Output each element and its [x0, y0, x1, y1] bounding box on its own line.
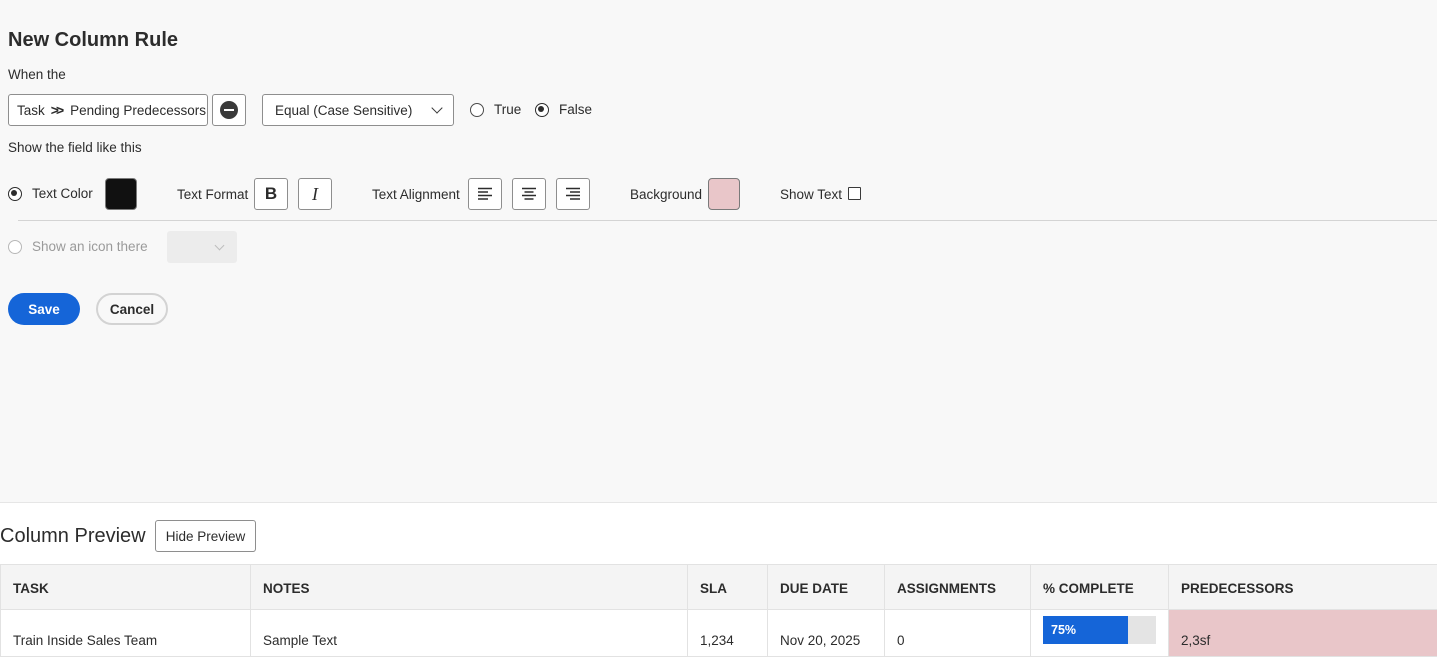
- bold-icon: B: [264, 184, 278, 203]
- column-header-assignments[interactable]: ASSIGNMENTS: [884, 564, 1031, 610]
- column-preview-panel: Column Preview Hide Preview TASK NOTES S…: [0, 502, 1437, 662]
- column-header-due-date[interactable]: DUE DATE: [767, 564, 885, 610]
- align-right-button[interactable]: [556, 178, 590, 210]
- save-button[interactable]: Save: [8, 293, 80, 325]
- show-text-label: Show Text: [780, 187, 843, 202]
- text-format-label: Text Format: [177, 187, 249, 202]
- column-header-sla[interactable]: SLA: [687, 564, 768, 610]
- true-label: True: [494, 102, 522, 117]
- bold-button[interactable]: B: [254, 178, 288, 210]
- field-child: Pending Predecessors: [70, 102, 206, 118]
- preview-title: Column Preview: [0, 525, 146, 547]
- icon-radio[interactable]: [8, 240, 22, 254]
- when-label: When the: [8, 67, 66, 82]
- align-left-button[interactable]: [468, 178, 502, 210]
- table-header-row: TASK NOTES SLA DUE DATE ASSIGNMENTS % CO…: [0, 564, 1437, 610]
- background-label: Background: [630, 187, 703, 202]
- progress-label: 75%: [1051, 623, 1077, 637]
- operator-value: Equal (Case Sensitive): [275, 102, 413, 118]
- field-chip[interactable]: Task >> Pending Predecessors: [8, 94, 208, 126]
- show-text-checkbox[interactable]: [848, 187, 861, 200]
- minus-circle-icon: [220, 101, 238, 119]
- cancel-button[interactable]: Cancel: [96, 293, 168, 325]
- italic-button[interactable]: I: [298, 178, 332, 210]
- italic-icon: I: [312, 183, 318, 204]
- align-center-icon: [522, 187, 536, 200]
- progress-bar: 75%: [1043, 616, 1156, 644]
- operator-select[interactable]: Equal (Case Sensitive): [262, 94, 454, 126]
- true-radio[interactable]: [470, 103, 484, 117]
- field-parent: Task: [17, 102, 45, 118]
- page-title: New Column Rule: [8, 29, 179, 51]
- show-field-label: Show the field like this: [8, 140, 142, 155]
- hide-preview-button[interactable]: Hide Preview: [155, 520, 256, 552]
- table-row: Train Inside Sales Team Sample Text 1,23…: [0, 609, 1437, 657]
- cell-assignments: 0: [884, 609, 1031, 657]
- icon-select[interactable]: [167, 231, 237, 263]
- column-header-task[interactable]: TASK: [0, 564, 251, 610]
- double-chevron-right-icon: >>: [50, 102, 64, 118]
- column-header-notes[interactable]: NOTES: [250, 564, 688, 610]
- text-color-label: Text Color: [32, 186, 93, 201]
- align-center-button[interactable]: [512, 178, 546, 210]
- cell-notes: Sample Text: [250, 609, 688, 657]
- cell-sla: 1,234: [687, 609, 768, 657]
- cell-task: Train Inside Sales Team: [0, 609, 251, 657]
- chevron-down-icon: [214, 240, 225, 250]
- cell-predecessors: 2,3sf: [1168, 609, 1437, 657]
- icon-option-label: Show an icon there: [32, 239, 148, 254]
- chevron-down-icon: [431, 102, 443, 114]
- text-color-radio[interactable]: [8, 187, 22, 201]
- remove-field-button[interactable]: [212, 94, 246, 126]
- cell-due-date: Nov 20, 2025: [767, 609, 885, 657]
- preview-table: TASK NOTES SLA DUE DATE ASSIGNMENTS % CO…: [0, 564, 1437, 657]
- column-header-percent-complete[interactable]: % COMPLETE: [1030, 564, 1169, 610]
- cell-percent-complete: 75%: [1030, 609, 1169, 657]
- false-radio[interactable]: [535, 103, 549, 117]
- false-label: False: [559, 102, 593, 117]
- text-color-swatch[interactable]: [105, 178, 137, 210]
- text-alignment-label: Text Alignment: [372, 187, 460, 202]
- background-swatch[interactable]: [708, 178, 740, 210]
- align-right-icon: [566, 187, 580, 200]
- column-header-predecessors[interactable]: PREDECESSORS: [1168, 564, 1437, 610]
- align-left-icon: [478, 187, 492, 200]
- divider: [18, 220, 1437, 221]
